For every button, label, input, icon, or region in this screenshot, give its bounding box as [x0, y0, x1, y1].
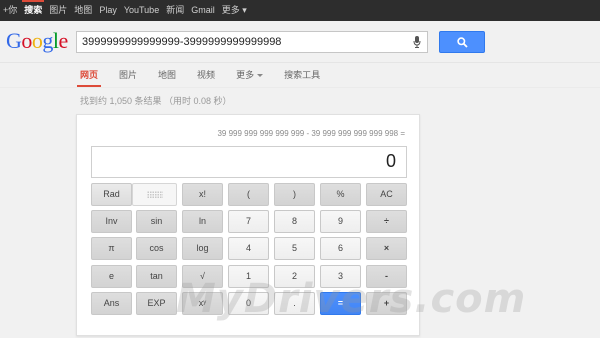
key-percent[interactable]: %	[320, 183, 361, 206]
tab-images[interactable]: 图片	[119, 63, 137, 87]
key-1[interactable]: 1	[228, 265, 269, 288]
result-stats: 找到约 1,050 条结果 （用时 0.08 秒）	[80, 96, 232, 106]
search-button[interactable]	[439, 31, 485, 53]
key-exp[interactable]: EXP	[136, 292, 177, 315]
key-all-clear[interactable]: AC	[366, 183, 407, 206]
key-0[interactable]: 0	[228, 292, 269, 315]
key-7[interactable]: 7	[228, 210, 269, 233]
topbar-item-images[interactable]: 图片	[49, 0, 67, 21]
key-2[interactable]: 2	[274, 265, 315, 288]
tab-maps[interactable]: 地图	[158, 63, 176, 87]
calculator-display: 0	[91, 146, 407, 178]
key-pi[interactable]: π	[91, 237, 132, 260]
key-rad[interactable]: Rad	[91, 183, 132, 206]
tab-more-label: 更多	[236, 70, 255, 80]
tab-search-tools[interactable]: 搜索工具	[284, 63, 320, 87]
topbar-item-play[interactable]: Play	[99, 0, 117, 21]
key-power[interactable]: xʸ	[182, 292, 223, 315]
key-divide[interactable]: ÷	[366, 210, 407, 233]
key-factorial[interactable]: x!	[182, 183, 223, 206]
topbar-item-maps[interactable]: 地图	[74, 0, 92, 21]
key-5[interactable]: 5	[274, 237, 315, 260]
search-tabs: 网页 图片 地图 视频 更多 搜索工具	[76, 63, 341, 87]
topbar-item-gmail[interactable]: Gmail	[191, 0, 215, 21]
search-input[interactable]	[82, 34, 402, 50]
topbar-item-search[interactable]: 搜索	[22, 0, 45, 21]
google-logo[interactable]: Google	[6, 30, 68, 52]
key-e[interactable]: e	[91, 265, 132, 288]
key-8[interactable]: 8	[274, 210, 315, 233]
key-4[interactable]: 4	[228, 237, 269, 260]
divider	[0, 87, 600, 88]
topbar-item-plus-you[interactable]: +你	[3, 0, 17, 21]
key-ans[interactable]: Ans	[91, 292, 132, 315]
calculator-expression: 39 999 999 999 999 999 - 39 999 999 999 …	[217, 129, 405, 138]
key-right-paren[interactable]: )	[274, 183, 315, 206]
key-inv[interactable]: Inv	[91, 210, 132, 233]
search-icon	[457, 37, 468, 48]
key-equals[interactable]: =	[320, 292, 361, 315]
calculator-widget: 39 999 999 999 999 999 - 39 999 999 999 …	[76, 114, 420, 336]
calculator-result: 0	[385, 151, 396, 171]
key-9[interactable]: 9	[320, 210, 361, 233]
key-sqrt[interactable]: √	[182, 265, 223, 288]
key-cos[interactable]: cos	[136, 237, 177, 260]
key-ln[interactable]: ln	[182, 210, 223, 233]
topbar-item-more[interactable]: 更多 ▾	[222, 0, 247, 21]
key-plus[interactable]: +	[366, 292, 407, 315]
key-log[interactable]: log	[182, 237, 223, 260]
chevron-down-icon	[257, 74, 264, 78]
deg-placeholder-icon	[147, 191, 163, 199]
key-minus[interactable]: -	[366, 265, 407, 288]
top-navigation-bar: +你 搜索 图片 地图 Play YouTube 新闻 Gmail 更多 ▾	[0, 0, 600, 21]
search-box[interactable]	[76, 31, 428, 53]
key-tan[interactable]: tan	[136, 265, 177, 288]
microphone-icon[interactable]	[413, 36, 421, 48]
tab-more[interactable]: 更多	[236, 63, 264, 87]
key-3[interactable]: 3	[320, 265, 361, 288]
tab-web[interactable]: 网页	[76, 63, 102, 87]
key-left-paren[interactable]: (	[228, 183, 269, 206]
topbar-item-news[interactable]: 新闻	[166, 0, 184, 21]
key-6[interactable]: 6	[320, 237, 361, 260]
key-multiply[interactable]: ×	[366, 237, 407, 260]
topbar-item-youtube[interactable]: YouTube	[124, 0, 159, 21]
key-decimal[interactable]: .	[274, 292, 315, 315]
key-sin[interactable]: sin	[136, 210, 177, 233]
tab-videos[interactable]: 视频	[197, 63, 215, 87]
search-header: Google	[0, 21, 600, 63]
key-deg[interactable]	[132, 183, 177, 206]
